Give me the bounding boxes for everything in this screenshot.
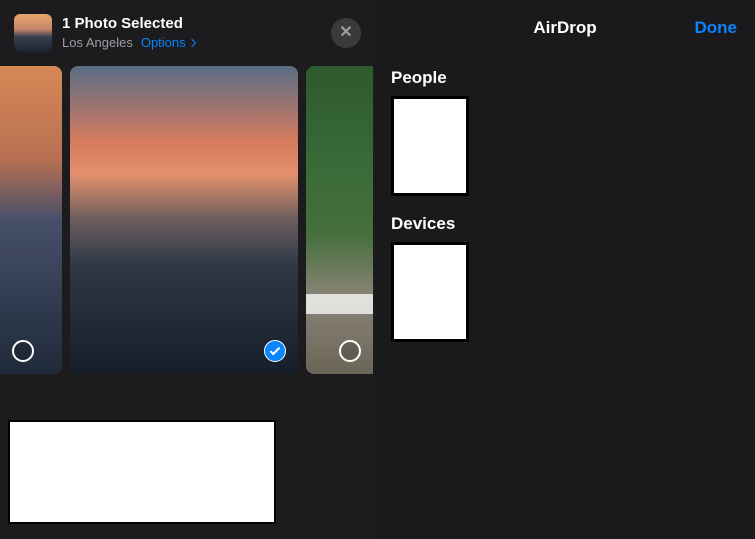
close-icon: ✕ bbox=[339, 25, 352, 41]
airdrop-person-placeholder[interactable] bbox=[391, 96, 469, 196]
chevron-right-icon bbox=[187, 39, 195, 47]
share-location: Los Angeles bbox=[62, 35, 133, 52]
devices-section: Devices bbox=[375, 202, 755, 348]
selection-circle-unselected-icon[interactable] bbox=[12, 340, 34, 362]
people-section: People bbox=[375, 56, 755, 202]
selection-circle-selected-icon[interactable] bbox=[264, 340, 286, 362]
share-title: 1 Photo Selected bbox=[62, 15, 331, 33]
selected-photo-thumbnail[interactable] bbox=[14, 14, 52, 52]
check-icon bbox=[270, 344, 281, 355]
options-label: Options bbox=[141, 35, 186, 52]
share-sheet: 1 Photo Selected Los Angeles Options ✕ bbox=[0, 0, 375, 539]
airdrop-panel: AirDrop Done People Devices bbox=[375, 0, 755, 539]
airdrop-device-placeholder[interactable] bbox=[391, 242, 469, 342]
share-header: 1 Photo Selected Los Angeles Options ✕ bbox=[0, 0, 375, 66]
airdrop-header: AirDrop Done bbox=[375, 18, 755, 56]
airdrop-title: AirDrop bbox=[533, 18, 596, 38]
photo-item[interactable] bbox=[306, 66, 373, 374]
done-button[interactable]: Done bbox=[695, 18, 738, 38]
close-button[interactable]: ✕ bbox=[331, 18, 361, 48]
options-button[interactable]: Options bbox=[141, 35, 195, 52]
devices-section-label: Devices bbox=[391, 214, 739, 234]
share-action-placeholder[interactable] bbox=[8, 420, 276, 524]
share-subtitle: Los Angeles Options bbox=[62, 35, 331, 52]
share-info: 1 Photo Selected Los Angeles Options bbox=[62, 15, 331, 52]
photo-strip[interactable] bbox=[0, 66, 375, 374]
photo-item[interactable] bbox=[70, 66, 298, 374]
selection-circle-unselected-icon[interactable] bbox=[339, 340, 361, 362]
people-section-label: People bbox=[391, 68, 739, 88]
photo-item[interactable] bbox=[0, 66, 62, 374]
